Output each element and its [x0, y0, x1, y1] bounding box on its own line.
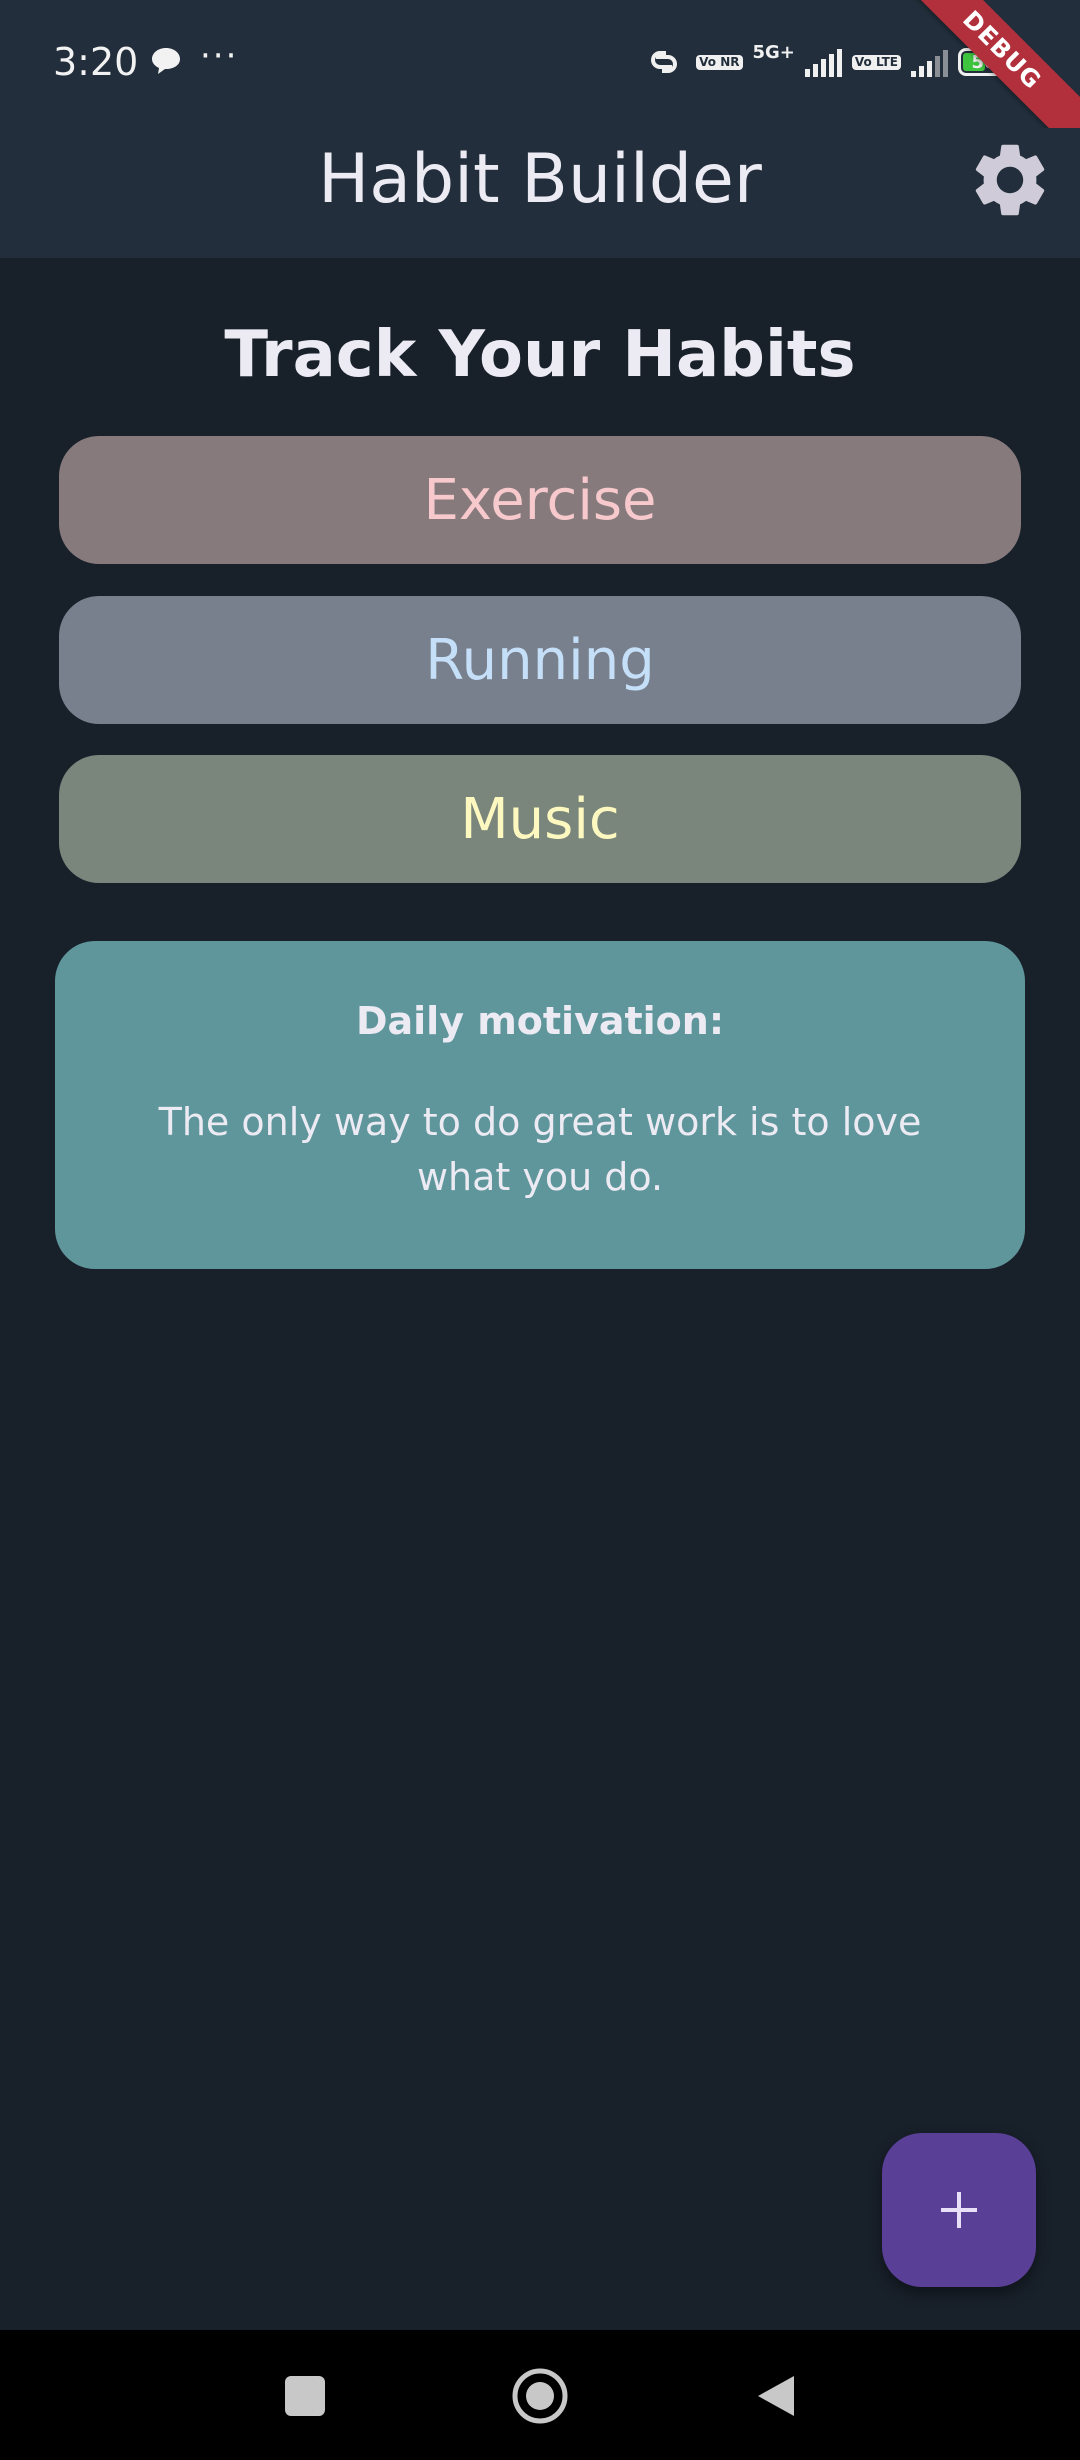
status-bar: 3:20 ··· Vo NR 5G+ Vo LTE 50 DEBUG — [0, 0, 1080, 158]
motivation-quote: The only way to do great work is to love… — [158, 1100, 922, 1199]
settings-button[interactable] — [966, 136, 1054, 224]
circle-icon — [512, 2368, 568, 2424]
back-button[interactable] — [735, 2356, 815, 2436]
triangle-back-icon — [758, 2376, 794, 2416]
habit-running-button[interactable]: Running — [59, 596, 1021, 724]
status-icons: Vo NR 5G+ Vo LTE 50 — [642, 42, 1010, 82]
chat-bubble-icon — [150, 46, 182, 80]
app-title: Habit Builder — [318, 140, 762, 219]
signal-icon-2 — [911, 47, 948, 77]
link-icon — [651, 51, 678, 73]
signal-icon — [804, 47, 842, 77]
recents-button[interactable] — [265, 2356, 345, 2436]
network-type: 5G+ — [752, 41, 795, 63]
app-bar: Habit Builder — [0, 128, 1080, 258]
page-heading: Track Your Habits — [224, 318, 856, 392]
motivation-card: Daily motivation: The only way to do gre… — [55, 941, 1025, 1269]
motivation-label: Daily motivation: — [355, 999, 725, 1043]
home-button[interactable] — [500, 2356, 580, 2436]
habit-music-button[interactable]: Music — [59, 755, 1021, 883]
system-nav-bar — [0, 2330, 1080, 2460]
more-notifications-icon: ··· — [200, 36, 239, 76]
square-icon — [285, 2376, 325, 2416]
status-time: 3:20 — [53, 40, 139, 84]
plus-icon — [941, 2192, 977, 2228]
habit-exercise-button[interactable]: Exercise — [59, 436, 1021, 564]
volte-lte-icon: Vo LTE — [851, 54, 901, 70]
add-habit-button[interactable] — [882, 2133, 1036, 2287]
volte-nr-icon: Vo NR — [696, 54, 743, 70]
gear-icon — [975, 144, 1045, 216]
